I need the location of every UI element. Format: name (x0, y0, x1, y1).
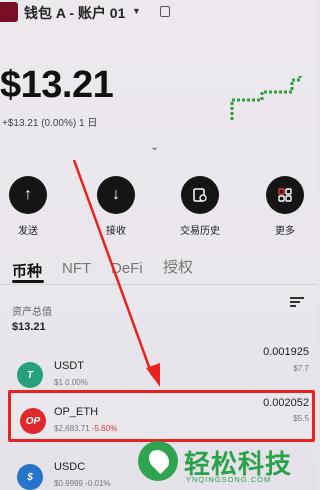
sort-icon[interactable] (290, 297, 304, 307)
usdt-icon: T (17, 362, 43, 388)
token-price-change: $1 0.00% (54, 378, 88, 387)
token-row-op-eth[interactable]: OP OP_ETH $2,683.71 -5.60% 0.002052 $5.5 (0, 394, 317, 444)
token-change: -0.01% (85, 479, 111, 488)
assets-total-label: 资产总值 (12, 307, 52, 318)
balance-sparkline (230, 76, 302, 120)
token-price: $1 (54, 378, 63, 387)
copy-icon[interactable] (160, 6, 170, 17)
wallet-account-selector[interactable]: 钱包 A - 账户 01 (24, 3, 125, 23)
arrow-down-icon: ↓ (97, 176, 135, 214)
history-icon (181, 176, 219, 214)
tab-nft[interactable]: NFT (62, 260, 91, 277)
token-symbol: OP_ETH (54, 406, 99, 418)
balance-change: +$13.21 (0.00%) 1 日 (2, 118, 98, 129)
op-icon: OP (20, 408, 46, 434)
token-symbol: USDT (54, 360, 84, 372)
tab-tokens[interactable]: 币种 (12, 260, 42, 281)
watermark: 轻松科技 YNQINGSONG.COM (134, 438, 317, 490)
token-change: 0.00% (65, 378, 88, 387)
send-label: 发送 (18, 226, 38, 237)
token-amount: 0.001925 (263, 346, 309, 358)
send-button[interactable]: ↑ 发送 (0, 176, 58, 237)
more-button[interactable]: 更多 (255, 176, 315, 237)
tab-approvals[interactable]: 授权 (163, 256, 193, 277)
token-fiat: $5.5 (293, 414, 309, 423)
history-label: 交易历史 (180, 226, 220, 237)
token-price: $0.9999 (54, 479, 83, 488)
wallet-screen: 钱包 A - 账户 01 ▼ $13.21 +$13.21 (0.00%) 1 … (0, 0, 317, 490)
watermark-logo-icon (138, 441, 178, 481)
token-fiat: $7.7 (293, 364, 309, 373)
usdc-icon: $ (17, 464, 43, 490)
arrow-up-icon: ↑ (9, 176, 47, 214)
watermark-sub: YNQINGSONG.COM (186, 475, 272, 484)
receive-button[interactable]: ↓ 接收 (86, 176, 146, 237)
token-change: -5.60% (91, 424, 118, 433)
receive-label: 接收 (106, 226, 126, 237)
token-amount: 0.002052 (263, 397, 309, 409)
chevron-down-icon[interactable]: ⌄ (150, 140, 159, 153)
token-price-change: $0.9999 -0.01% (54, 479, 111, 488)
total-balance: $13.21 (0, 64, 114, 106)
more-label: 更多 (275, 226, 295, 237)
tab-underline (12, 280, 44, 283)
token-price: $2,683.71 (54, 424, 90, 433)
token-symbol: USDC (54, 461, 86, 473)
caret-down-icon[interactable]: ▼ (132, 6, 141, 16)
tab-defi[interactable]: DeFi (111, 260, 143, 277)
grid-icon (266, 176, 304, 214)
divider (0, 284, 317, 285)
sparkline-line (230, 76, 302, 120)
wallet-avatar[interactable] (0, 2, 18, 22)
assets-total-value: $13.21 (12, 321, 46, 333)
history-button[interactable]: 交易历史 (170, 176, 230, 237)
token-price-change: $2,683.71 -5.60% (54, 424, 117, 433)
